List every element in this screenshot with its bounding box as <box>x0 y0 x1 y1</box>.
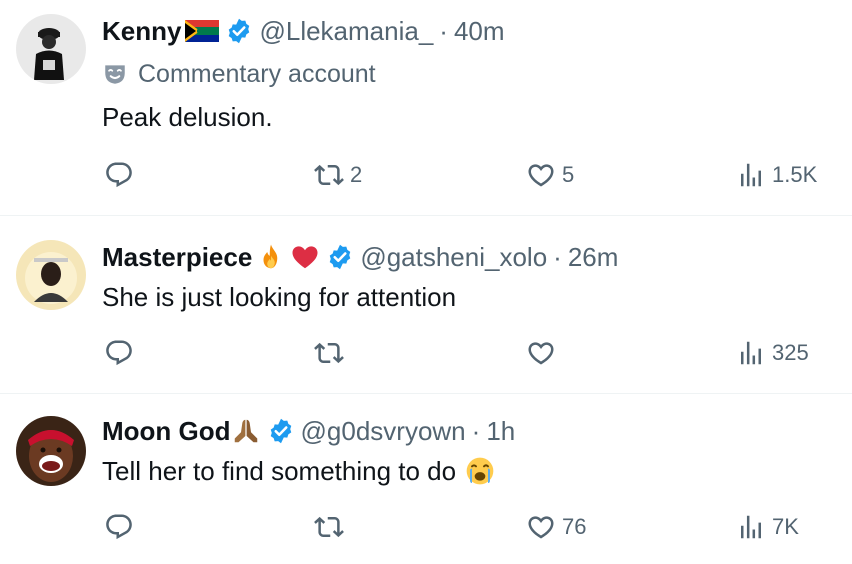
like-count: 76 <box>562 514 587 539</box>
heart-icon <box>528 164 554 187</box>
action-bar: 76 7K <box>0 508 852 548</box>
tweet-masterpiece[interactable]: Masterpiece @gatsheni_xolo · 26m She is … <box>0 216 852 394</box>
display-name[interactable]: Moon God <box>102 416 231 447</box>
praying-hands-icon <box>231 416 261 446</box>
tweet-text: She is just looking for attention <box>102 278 456 316</box>
separator-dot: · <box>439 15 448 46</box>
action-bar: 2 5 1.5K <box>0 156 852 196</box>
view-count: 325 <box>772 340 809 365</box>
heart-icon <box>528 516 554 539</box>
tweet-text: Tell her to find something to do <box>102 452 496 490</box>
timestamp[interactable]: 40m <box>454 16 505 47</box>
avatar[interactable] <box>16 240 86 310</box>
tweet-text-content: She is just looking for attention <box>102 281 457 312</box>
avatar[interactable] <box>16 14 86 84</box>
repost-button[interactable] <box>314 338 350 368</box>
views-button[interactable]: 7K <box>736 512 799 542</box>
tweet-text: Peak delusion. <box>102 98 273 136</box>
red-heart-icon <box>290 242 320 272</box>
tweet-header: Kenny @Llekamania_ · 40m <box>102 12 505 50</box>
like-button[interactable]: 5 <box>526 160 574 190</box>
views-chart-icon <box>741 515 761 539</box>
like-button[interactable]: 76 <box>526 512 586 542</box>
repost-icon <box>314 164 344 186</box>
timestamp[interactable]: 26m <box>568 242 619 273</box>
display-name[interactable]: Masterpiece <box>102 242 252 273</box>
display-name[interactable]: Kenny <box>102 16 181 47</box>
views-button[interactable]: 1.5K <box>736 160 817 190</box>
repost-count: 2 <box>350 162 363 187</box>
user-handle[interactable]: @gatsheni_xolo <box>360 242 547 273</box>
tweet-header: Masterpiece @gatsheni_xolo · 26m <box>102 238 618 276</box>
account-label: Commentary account <box>102 56 376 92</box>
tweet-text-content: Tell her to find something to do <box>102 455 457 486</box>
reply-button[interactable] <box>104 512 140 542</box>
like-count: 5 <box>562 162 575 187</box>
reply-icon <box>106 514 132 540</box>
verified-badge-icon[interactable] <box>225 17 253 45</box>
timestamp[interactable]: 1h <box>486 416 515 447</box>
repost-button[interactable] <box>314 512 350 542</box>
action-bar: 325 <box>0 334 852 374</box>
reply-feed: Kenny @Llekamania_ · 40m Commentary acco… <box>0 0 852 564</box>
user-handle[interactable]: @g0dsvryown <box>301 416 466 447</box>
view-count: 1.5K <box>772 162 818 187</box>
verified-badge-icon[interactable] <box>326 243 354 271</box>
repost-button[interactable]: 2 <box>314 160 362 190</box>
separator-dot: · <box>553 241 562 272</box>
tweet-text-content: Peak delusion. <box>102 101 273 132</box>
loudly-crying-face-icon <box>464 455 496 487</box>
south-africa-flag-icon <box>185 20 220 42</box>
reply-icon <box>106 162 132 188</box>
fire-icon <box>256 242 286 272</box>
tweet-moon-god[interactable]: Moon God @g0dsvryown · 1h Tell her to fi… <box>0 394 852 564</box>
repost-icon <box>314 516 344 538</box>
views-chart-icon <box>741 341 761 365</box>
reply-icon <box>106 340 132 366</box>
like-button[interactable] <box>526 338 562 368</box>
verified-badge-icon[interactable] <box>267 417 295 445</box>
tweet-header: Moon God @g0dsvryown · 1h <box>102 412 515 450</box>
reply-button[interactable] <box>104 338 140 368</box>
views-button[interactable]: 325 <box>736 338 809 368</box>
tweet-kenny[interactable]: Kenny @Llekamania_ · 40m Commentary acco… <box>0 0 852 216</box>
theater-masks-icon <box>105 65 125 84</box>
user-handle[interactable]: @Llekamania_ <box>259 16 433 47</box>
account-label-text: Commentary account <box>138 59 376 88</box>
avatar[interactable] <box>16 416 86 486</box>
repost-icon <box>314 342 344 364</box>
separator-dot: · <box>471 415 481 446</box>
reply-button[interactable] <box>104 160 140 190</box>
view-count: 7K <box>772 514 799 539</box>
heart-icon <box>528 342 554 365</box>
views-chart-icon <box>741 163 761 187</box>
